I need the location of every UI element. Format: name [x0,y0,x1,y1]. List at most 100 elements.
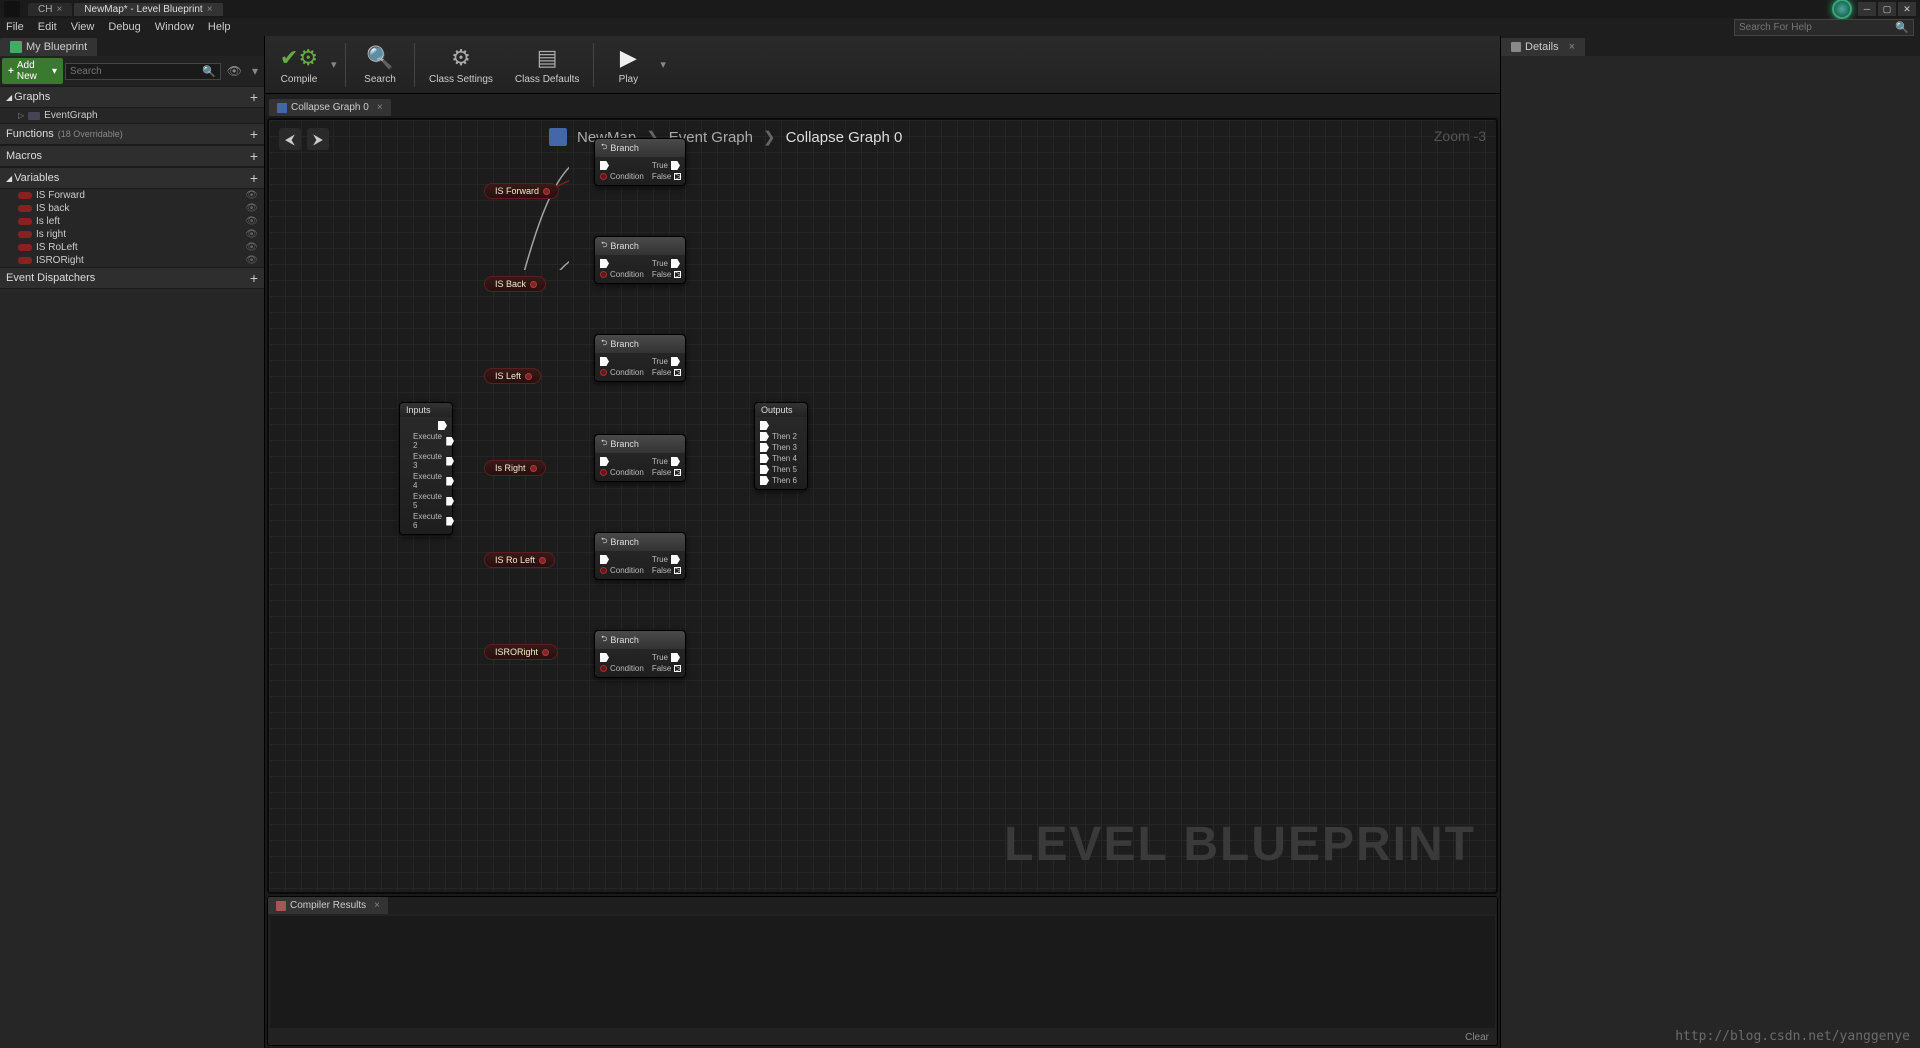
exec-pin-icon[interactable] [674,369,681,376]
minimize-button[interactable]: ─ [1858,2,1876,16]
add-icon[interactable]: + [250,89,258,105]
maximize-button[interactable]: ▢ [1878,2,1896,16]
bool-pin-icon[interactable] [525,373,532,380]
close-icon[interactable]: × [377,102,383,113]
eye-icon[interactable]: 👁 [245,190,258,201]
exec-pin-icon[interactable] [674,173,681,180]
section-macros[interactable]: Macros + [0,145,264,167]
title-tab-blueprint[interactable]: NewMap* - Level Blueprint × [74,3,222,16]
details-tab[interactable]: Details × [1501,38,1585,56]
variable-item[interactable]: IS back👁 [0,202,264,215]
close-icon[interactable]: × [56,4,62,15]
exec-pin-icon[interactable] [671,457,680,466]
class-settings-button[interactable]: ⚙ Class Settings [419,40,503,89]
eye-icon[interactable]: 👁 [245,242,258,253]
exec-pin-icon[interactable] [760,432,769,441]
exec-pin-icon[interactable] [600,259,609,268]
section-functions[interactable]: Functions (18 Overridable) + [0,123,264,145]
exec-pin-icon[interactable] [600,161,609,170]
exec-pin-icon[interactable] [446,437,454,446]
exec-pin-icon[interactable] [671,555,680,564]
exec-pin-icon[interactable] [600,653,609,662]
node-variable-get[interactable]: IS Back [484,276,546,292]
node-branch[interactable]: ⮌Branch True ConditionFalse [594,532,686,580]
add-icon[interactable]: + [250,270,258,286]
exec-pin-icon[interactable] [446,477,454,486]
variable-item[interactable]: Is left👁 [0,215,264,228]
exec-pin-icon[interactable] [760,476,769,485]
compile-button[interactable]: ✔⚙ Compile [269,40,329,89]
menu-view[interactable]: View [71,21,95,33]
title-tab-ch[interactable]: CH × [28,3,72,16]
exec-pin-icon[interactable] [674,271,681,278]
exec-pin-icon[interactable] [760,421,769,430]
exec-pin-icon[interactable] [760,465,769,474]
search-button[interactable]: 🔍 Search [350,40,410,89]
play-button[interactable]: ▶ Play [598,40,658,89]
exec-pin-icon[interactable] [446,517,454,526]
close-icon[interactable]: × [374,900,380,911]
variable-item[interactable]: IS Forward👁 [0,189,264,202]
close-icon[interactable]: × [207,4,213,15]
bool-pin-icon[interactable] [539,557,546,564]
eye-icon[interactable]: 👁 [245,255,258,266]
exec-pin-icon[interactable] [674,567,681,574]
bool-pin-icon[interactable] [600,469,607,476]
bool-pin-icon[interactable] [600,173,607,180]
nav-forward-button[interactable]: ⮞ [307,128,329,150]
section-variables[interactable]: ◢ Variables + [0,167,264,189]
my-blueprint-tab[interactable]: My Blueprint [0,38,97,56]
bool-pin-icon[interactable] [600,665,607,672]
exec-pin-icon[interactable] [600,457,609,466]
menu-help[interactable]: Help [208,21,231,33]
bool-pin-icon[interactable] [543,188,550,195]
exec-pin-icon[interactable] [760,443,769,452]
chevron-down-icon[interactable]: ▾ [248,64,262,78]
exec-pin-icon[interactable] [760,454,769,463]
exec-pin-icon[interactable] [446,457,454,466]
node-branch[interactable]: ⮌Branch True ConditionFalse [594,630,686,678]
compiler-results-tab[interactable]: Compiler Results × [268,897,388,914]
node-variable-get[interactable]: IS Ro Left [484,552,555,568]
exec-pin-icon[interactable] [600,555,609,564]
menu-edit[interactable]: Edit [38,21,57,33]
class-defaults-button[interactable]: ▤ Class Defaults [505,40,589,89]
exec-pin-icon[interactable] [438,421,447,430]
exec-pin-icon[interactable] [671,259,680,268]
exec-pin-icon[interactable] [671,357,680,366]
tree-item-eventgraph[interactable]: ▷ EventGraph [0,108,264,123]
node-variable-get[interactable]: IS Left [484,368,541,384]
compiler-output[interactable] [270,916,1495,1028]
eye-icon[interactable]: 👁 [245,203,258,214]
bool-pin-icon[interactable] [530,281,537,288]
graph-canvas[interactable]: ⮜ ⮞ NewMap ❯ Event Graph ❯ Collapse Grap… [267,118,1498,894]
node-inputs[interactable]: Inputs Execute 2 Execute 3 Execute 4 Exe… [399,402,453,535]
eye-icon[interactable]: 👁 [245,229,258,240]
bool-pin-icon[interactable] [542,649,549,656]
variable-item[interactable]: Is right👁 [0,228,264,241]
blueprint-search-input[interactable] [70,66,202,77]
variable-item[interactable]: ISRORight👁 [0,254,264,267]
node-branch[interactable]: ⮌Branch True ConditionFalse [594,138,686,186]
node-branch[interactable]: ⮌Branch True ConditionFalse [594,236,686,284]
search-help-box[interactable]: 🔍 [1734,19,1914,36]
eye-icon[interactable]: 👁 [223,64,246,78]
graph-tab-collapse[interactable]: Collapse Graph 0 × [269,99,391,116]
add-icon[interactable]: + [250,148,258,164]
bool-pin-icon[interactable] [600,567,607,574]
bool-pin-icon[interactable] [600,271,607,278]
add-icon[interactable]: + [250,170,258,186]
add-icon[interactable]: + [250,126,258,142]
exec-pin-icon[interactable] [674,469,681,476]
exec-pin-icon[interactable] [446,497,454,506]
exec-pin-icon[interactable] [671,161,680,170]
variable-item[interactable]: IS RoLeft👁 [0,241,264,254]
chevron-down-icon[interactable]: ▾ [660,58,670,71]
clear-button[interactable]: Clear [268,1030,1497,1045]
blueprint-search-box[interactable]: 🔍 [65,63,221,80]
marketplace-icon[interactable] [1832,0,1852,19]
node-branch[interactable]: ⮌Branch True ConditionFalse [594,334,686,382]
chevron-down-icon[interactable]: ▾ [331,58,341,71]
exec-pin-icon[interactable] [600,357,609,366]
breadcrumb-item[interactable]: Collapse Graph 0 [786,129,903,146]
